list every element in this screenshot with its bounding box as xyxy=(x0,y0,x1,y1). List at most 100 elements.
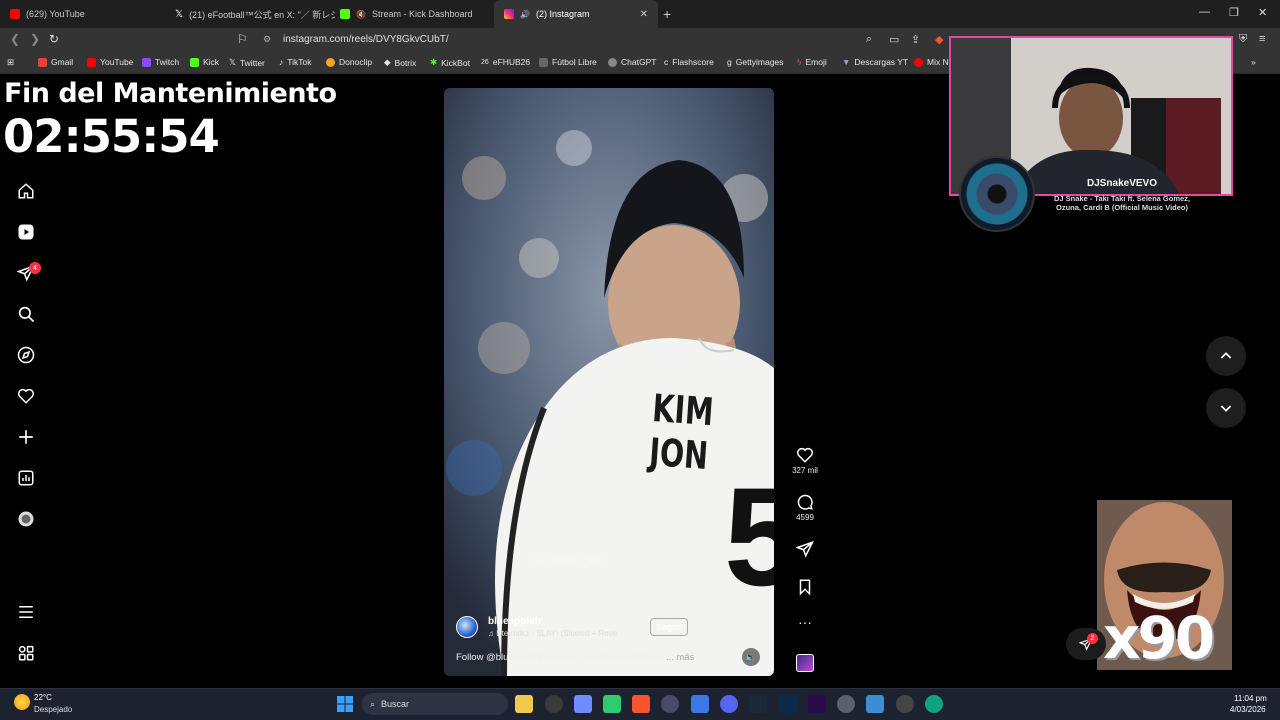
bookmark-kick[interactable]: Kick xyxy=(190,57,219,67)
bookmark-kickbot[interactable]: ✱ KickBot xyxy=(430,57,470,68)
calculator-icon[interactable] xyxy=(691,695,709,713)
comment-button[interactable]: 4599 xyxy=(793,493,817,522)
apps-icon[interactable] xyxy=(15,642,37,664)
bookmark-icon xyxy=(799,579,811,596)
share-icon[interactable]: ⇪ xyxy=(911,33,920,46)
heart-icon[interactable] xyxy=(15,385,37,407)
bookmark-flashscore[interactable]: c Flashscore xyxy=(664,57,714,67)
bookmark-descargas-yt[interactable]: ▼ Descargas YT xyxy=(842,57,908,67)
save-button[interactable] xyxy=(793,578,817,596)
premiere-icon[interactable] xyxy=(808,695,826,713)
clock-date[interactable]: 4/03/2026 xyxy=(1230,705,1266,714)
close-tab-icon[interactable]: ✕ xyxy=(640,9,648,20)
steam-icon[interactable] xyxy=(749,695,767,713)
menu-icon[interactable] xyxy=(15,601,37,623)
volume-icon[interactable]: 🔈 xyxy=(742,648,760,666)
more-link[interactable]: ... más xyxy=(666,652,695,663)
like-count: 327 mil xyxy=(792,466,818,475)
restore-button[interactable]: ❐ xyxy=(1229,6,1239,19)
taskbar-search[interactable]: ⌕ Buscar xyxy=(362,693,508,715)
edge-icon[interactable] xyxy=(925,695,943,713)
discord-icon[interactable] xyxy=(720,695,738,713)
comment-icon xyxy=(797,494,813,510)
x-icon: 𝕏 xyxy=(229,57,236,67)
search-icon[interactable] xyxy=(15,303,37,325)
url-field[interactable]: instagram.com/reels/DVY8GkvCUbT/ xyxy=(283,34,449,45)
bookmark-chatgpt[interactable]: ChatGPT xyxy=(608,57,656,67)
explore-icon[interactable] xyxy=(15,344,37,366)
youtube-icon xyxy=(10,9,20,19)
next-reel-button[interactable] xyxy=(1206,388,1246,428)
menu-icon[interactable]: ≡ xyxy=(1259,33,1265,45)
tab-label: (629) YouTube xyxy=(26,9,85,19)
zoom-icon[interactable]: ⌕ xyxy=(866,33,872,46)
profile-icon[interactable] xyxy=(15,508,37,530)
cast-icon[interactable]: ▭ xyxy=(889,33,899,46)
start-icon[interactable] xyxy=(337,696,353,712)
flashscore-icon: c xyxy=(664,57,669,67)
reel-video[interactable]: KIM JON 5 @genz_vin blueapplefr ♫ Eternx… xyxy=(444,88,774,676)
notepad-icon[interactable] xyxy=(866,695,884,713)
bookmark-label: YouTube xyxy=(100,57,134,67)
tab-youtube[interactable]: (629) YouTube xyxy=(0,0,170,28)
clock-time[interactable]: 11:04 pm xyxy=(1234,694,1267,703)
tab-x-efootball[interactable]: 𝕏 (21) eFootball™公式 en X: "／ 新レジ xyxy=(165,0,335,28)
home-icon[interactable] xyxy=(15,180,37,202)
reel-username[interactable]: blueapplefr xyxy=(488,616,542,627)
like-button[interactable]: 327 mil xyxy=(792,446,818,475)
media-icon[interactable] xyxy=(661,695,679,713)
bookmark-tiktok[interactable]: ♪ TikTok xyxy=(279,57,312,67)
brave-shield-icon[interactable]: ◆ xyxy=(935,33,943,46)
kick-icon xyxy=(340,9,350,19)
reload-button[interactable]: ↻ xyxy=(49,32,59,46)
reel-author-avatar[interactable] xyxy=(456,616,478,638)
weather-temperature[interactable]: 22°C xyxy=(34,693,52,702)
forward-button[interactable]: ❯ xyxy=(30,32,40,46)
create-icon[interactable] xyxy=(15,426,37,448)
settings-icon[interactable] xyxy=(837,695,855,713)
new-tab-button[interactable]: + xyxy=(663,6,671,22)
weather-icon[interactable] xyxy=(14,694,30,710)
more-options-icon[interactable]: ··· xyxy=(793,614,817,630)
bookmark-futbol-libre[interactable]: Fútbol Libre xyxy=(539,57,597,67)
chatgpt-icon xyxy=(608,57,617,67)
bookmark-icon[interactable]: ⚐ xyxy=(237,32,248,46)
tab-instagram[interactable]: 🔊 (2) Instagram ✕ xyxy=(494,0,658,28)
reels-icon[interactable] xyxy=(15,221,37,243)
bookmark-gmail[interactable]: Gmail xyxy=(38,57,73,67)
back-button[interactable]: ❮ xyxy=(10,32,20,46)
minimize-button[interactable]: — xyxy=(1199,6,1210,18)
vpn-icon[interactable]: ⛨ xyxy=(1239,33,1247,46)
brave-icon[interactable] xyxy=(632,695,650,713)
share-button[interactable] xyxy=(793,540,817,558)
bookmark-twitter[interactable]: 𝕏 Twitter xyxy=(229,57,265,68)
comment-count: 4599 xyxy=(796,513,814,522)
reel-audio[interactable]: ♫ Eternxlkz · SLAY! (Slowed + Reve xyxy=(488,629,638,638)
app-icon[interactable] xyxy=(574,695,592,713)
site-info-icon[interactable]: ⚙ xyxy=(263,34,271,45)
file-explorer-icon[interactable] xyxy=(515,695,533,713)
bookmark-botrix[interactable]: ◆ Botrix xyxy=(384,57,416,68)
bookmark-gettyimages[interactable]: g Gettyimages xyxy=(727,57,783,67)
github-icon[interactable] xyxy=(545,695,563,713)
previous-reel-button[interactable] xyxy=(1206,336,1246,376)
player-icon[interactable] xyxy=(896,695,914,713)
bookmark-mix[interactable]: Mix N xyxy=(914,57,949,67)
bookmark-emoji[interactable]: ϟ Emoji xyxy=(797,57,827,67)
app-icon[interactable] xyxy=(603,695,621,713)
bookmark-youtube[interactable]: YouTube xyxy=(87,57,133,67)
apps-grid-icon[interactable]: ⊞ xyxy=(7,57,14,68)
more-bookmarks-icon[interactable]: » xyxy=(1251,57,1256,67)
follow-button[interactable]: Seguir xyxy=(650,618,688,636)
tab-kick[interactable]: 🔇 Stream - Kick Dashboard xyxy=(330,0,495,28)
bookmark-label: Donoclip xyxy=(339,57,373,67)
bookmark-twitch[interactable]: Twitch xyxy=(142,57,179,67)
bookmark-donoclip[interactable]: Donoclip xyxy=(326,57,372,67)
bookmark-efhub[interactable]: 26 eFHUB26 xyxy=(481,57,530,67)
close-window-button[interactable]: ✕ xyxy=(1258,6,1267,19)
messages-button[interactable] xyxy=(1066,628,1106,660)
reel-audio-thumbnail[interactable] xyxy=(793,654,817,672)
dashboard-icon[interactable] xyxy=(15,467,37,489)
weather-description[interactable]: Despejado xyxy=(34,705,72,714)
photoshop-icon[interactable] xyxy=(779,695,797,713)
